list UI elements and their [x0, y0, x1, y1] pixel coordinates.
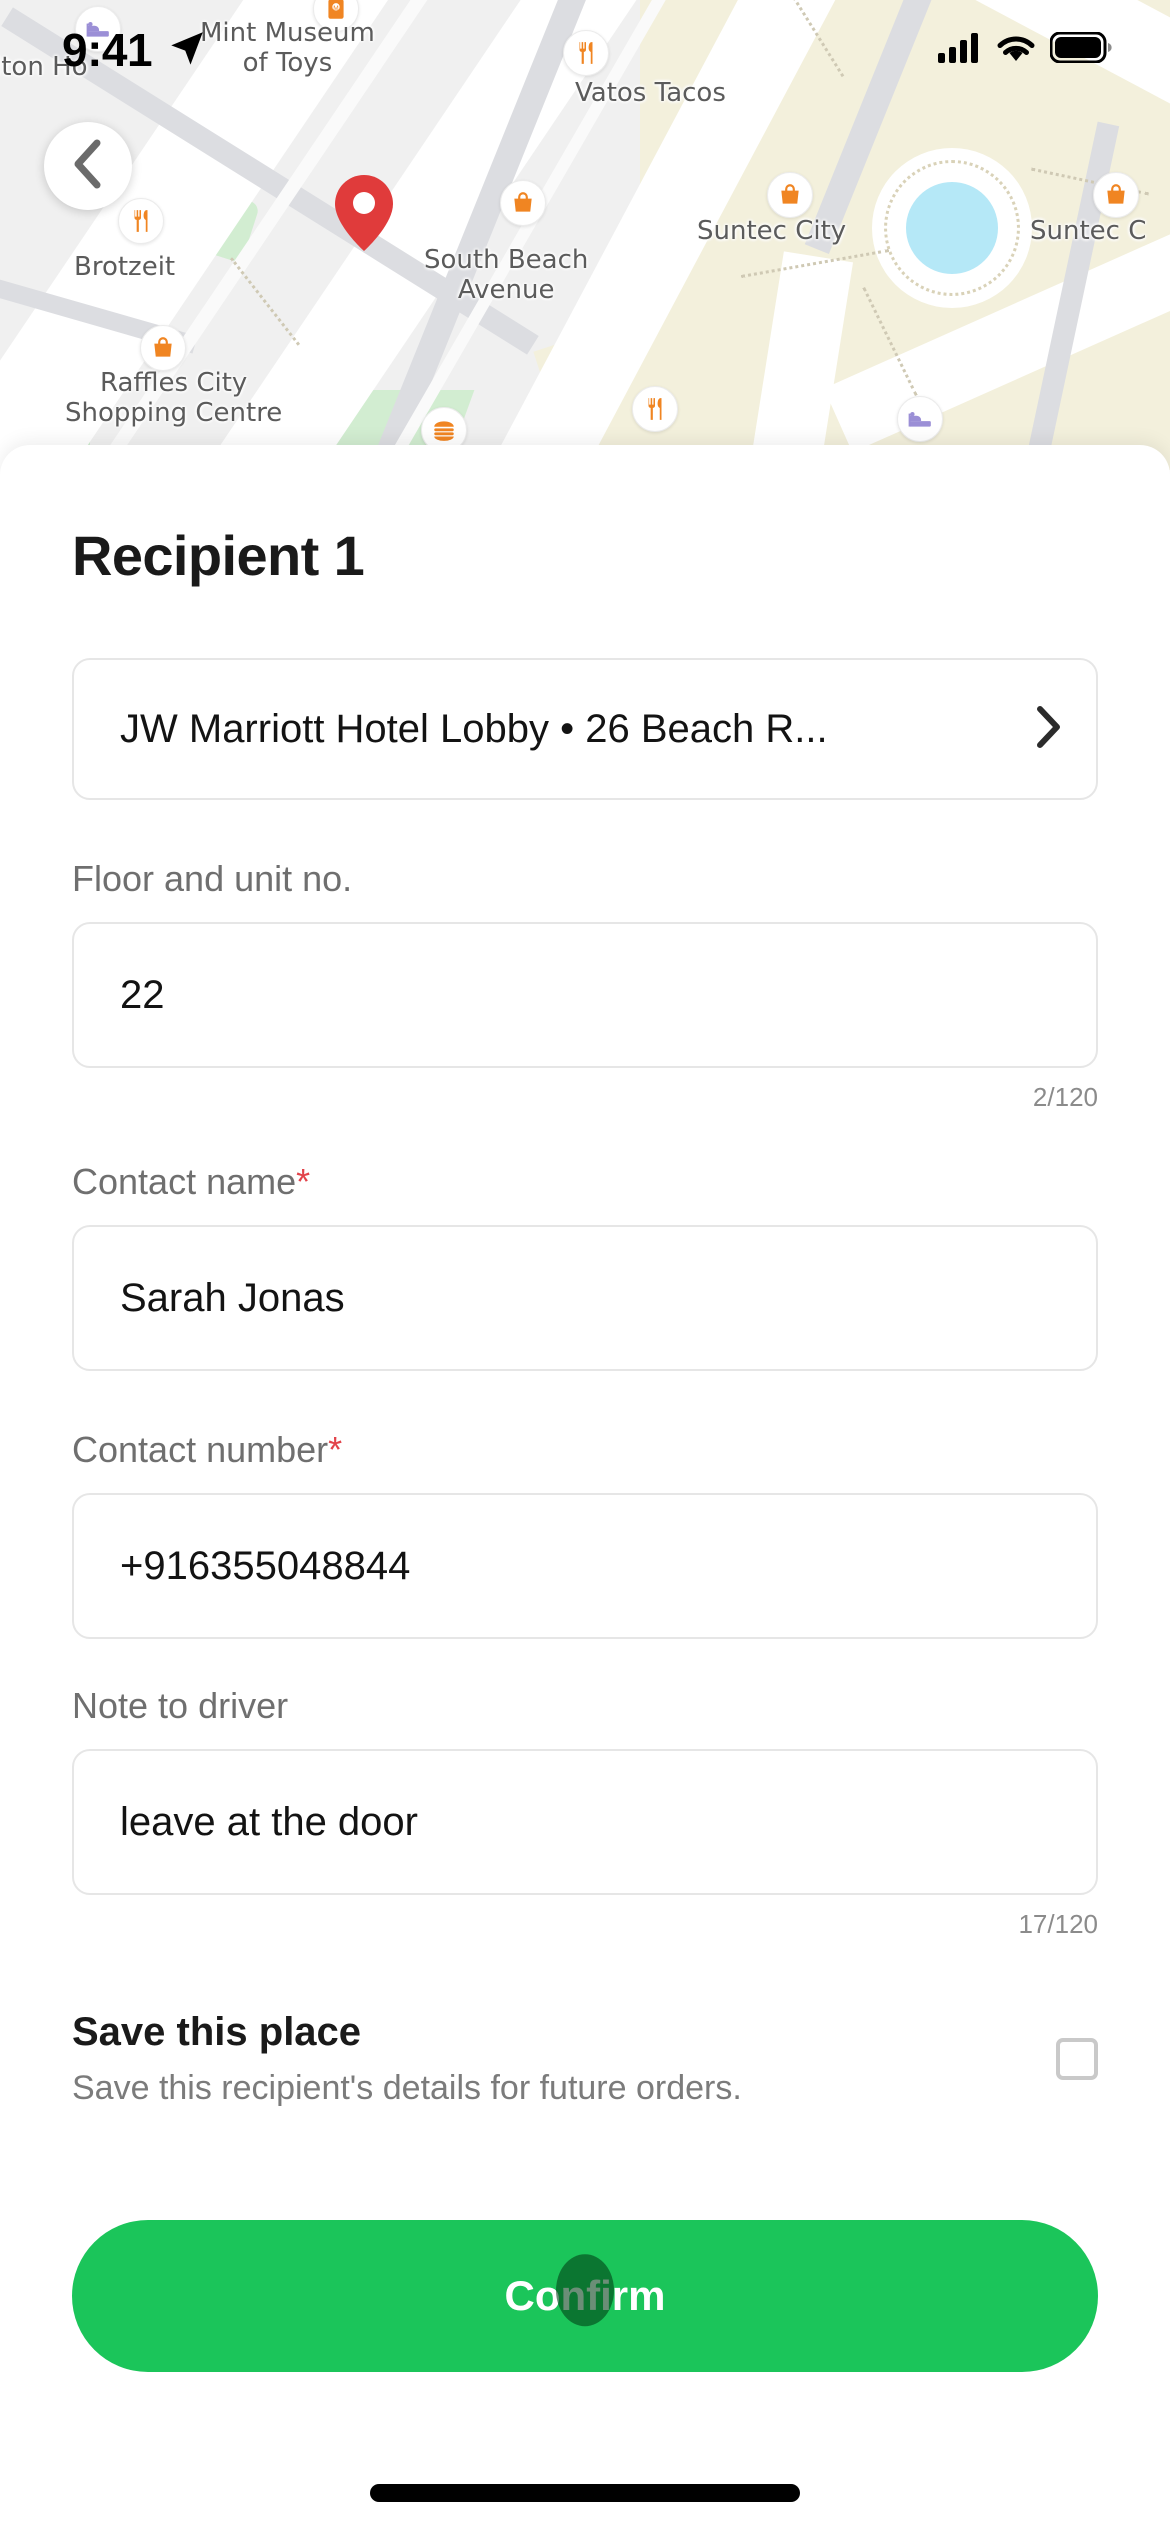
save-this-place-subtitle: Save this recipient's details for future…	[72, 2069, 742, 2107]
map-poi-label: Raffles City Shopping Centre	[65, 368, 283, 428]
chevron-left-icon	[71, 138, 105, 195]
back-button[interactable]	[44, 122, 132, 210]
map-water	[906, 182, 998, 274]
note-to-driver-label: Note to driver	[72, 1685, 289, 1726]
save-this-place-row[interactable]: Save this place Save this recipient's de…	[72, 2010, 1098, 2108]
page-title: Recipient 1	[72, 524, 365, 587]
status-bar: 9:41	[0, 0, 1170, 100]
required-asterisk: *	[296, 1161, 311, 1202]
map-poi-label: South Beach Avenue	[424, 245, 589, 305]
note-to-driver-counter: 17/120	[1018, 1909, 1098, 1939]
status-bar-right	[938, 31, 1112, 68]
address-selector[interactable]: JW Marriott Hotel Lobby • 26 Beach R...	[72, 658, 1098, 800]
restaurant-icon	[632, 386, 678, 432]
status-bar-time: 9:41	[62, 24, 153, 76]
shopping-icon	[500, 180, 546, 226]
location-arrow-icon	[166, 27, 208, 74]
contact-name-input[interactable]: Sarah Jonas	[72, 1225, 1098, 1371]
wifi-icon	[995, 32, 1037, 68]
contact-name-group: Contact name* Sarah Jonas	[72, 1161, 1098, 1371]
battery-full-icon	[1049, 31, 1112, 68]
map-poi-label: Suntec C	[1030, 216, 1147, 246]
restaurant-icon	[118, 198, 164, 244]
floor-unit-group: Floor and unit no. 22 2/120	[72, 858, 1098, 1113]
cellular-signal-icon	[938, 32, 982, 68]
note-to-driver-group: Note to driver leave at the door 17/120	[72, 1685, 1098, 1940]
shopping-icon	[1093, 172, 1139, 218]
save-this-place-checkbox[interactable]	[1056, 2038, 1098, 2080]
note-to-driver-input[interactable]: leave at the door	[72, 1749, 1098, 1895]
shopping-icon	[767, 172, 813, 218]
contact-number-input[interactable]: +916355048844	[72, 1493, 1098, 1639]
map-pin-icon	[335, 175, 393, 251]
address-value: JW Marriott Hotel Lobby • 26 Beach R...	[120, 706, 828, 751]
map-poi-label: Brotzeit	[74, 252, 176, 282]
contact-number-label: Contact number*	[72, 1429, 1098, 1471]
recipient-details-sheet: Recipient 1 JW Marriott Hotel Lobby • 26…	[0, 445, 1170, 2532]
contact-name-label: Contact name*	[72, 1161, 1098, 1203]
chevron-right-icon	[1036, 705, 1062, 754]
floor-unit-counter: 2/120	[1032, 1082, 1098, 1112]
save-this-place-title: Save this place	[72, 2010, 362, 2054]
contact-number-group: Contact number* +916355048844	[72, 1429, 1098, 1639]
hotel-icon	[897, 396, 943, 442]
save-this-place-text: Save this place Save this recipient's de…	[72, 2010, 742, 2108]
contact-name-label-text: Contact name	[72, 1161, 297, 1202]
map-poi-label: Suntec City	[697, 216, 847, 246]
status-bar-left: 9:41	[62, 23, 208, 77]
shopping-icon	[140, 325, 186, 371]
confirm-button-label: Confirm	[504, 2272, 666, 2319]
home-indicator	[370, 2484, 800, 2502]
contact-number-label-text: Contact number	[72, 1429, 329, 1470]
required-asterisk: *	[328, 1429, 343, 1470]
confirm-button[interactable]: Confirm	[72, 2220, 1098, 2372]
floor-unit-label: Floor and unit no.	[72, 858, 353, 899]
floor-unit-input[interactable]: 22	[72, 922, 1098, 1068]
